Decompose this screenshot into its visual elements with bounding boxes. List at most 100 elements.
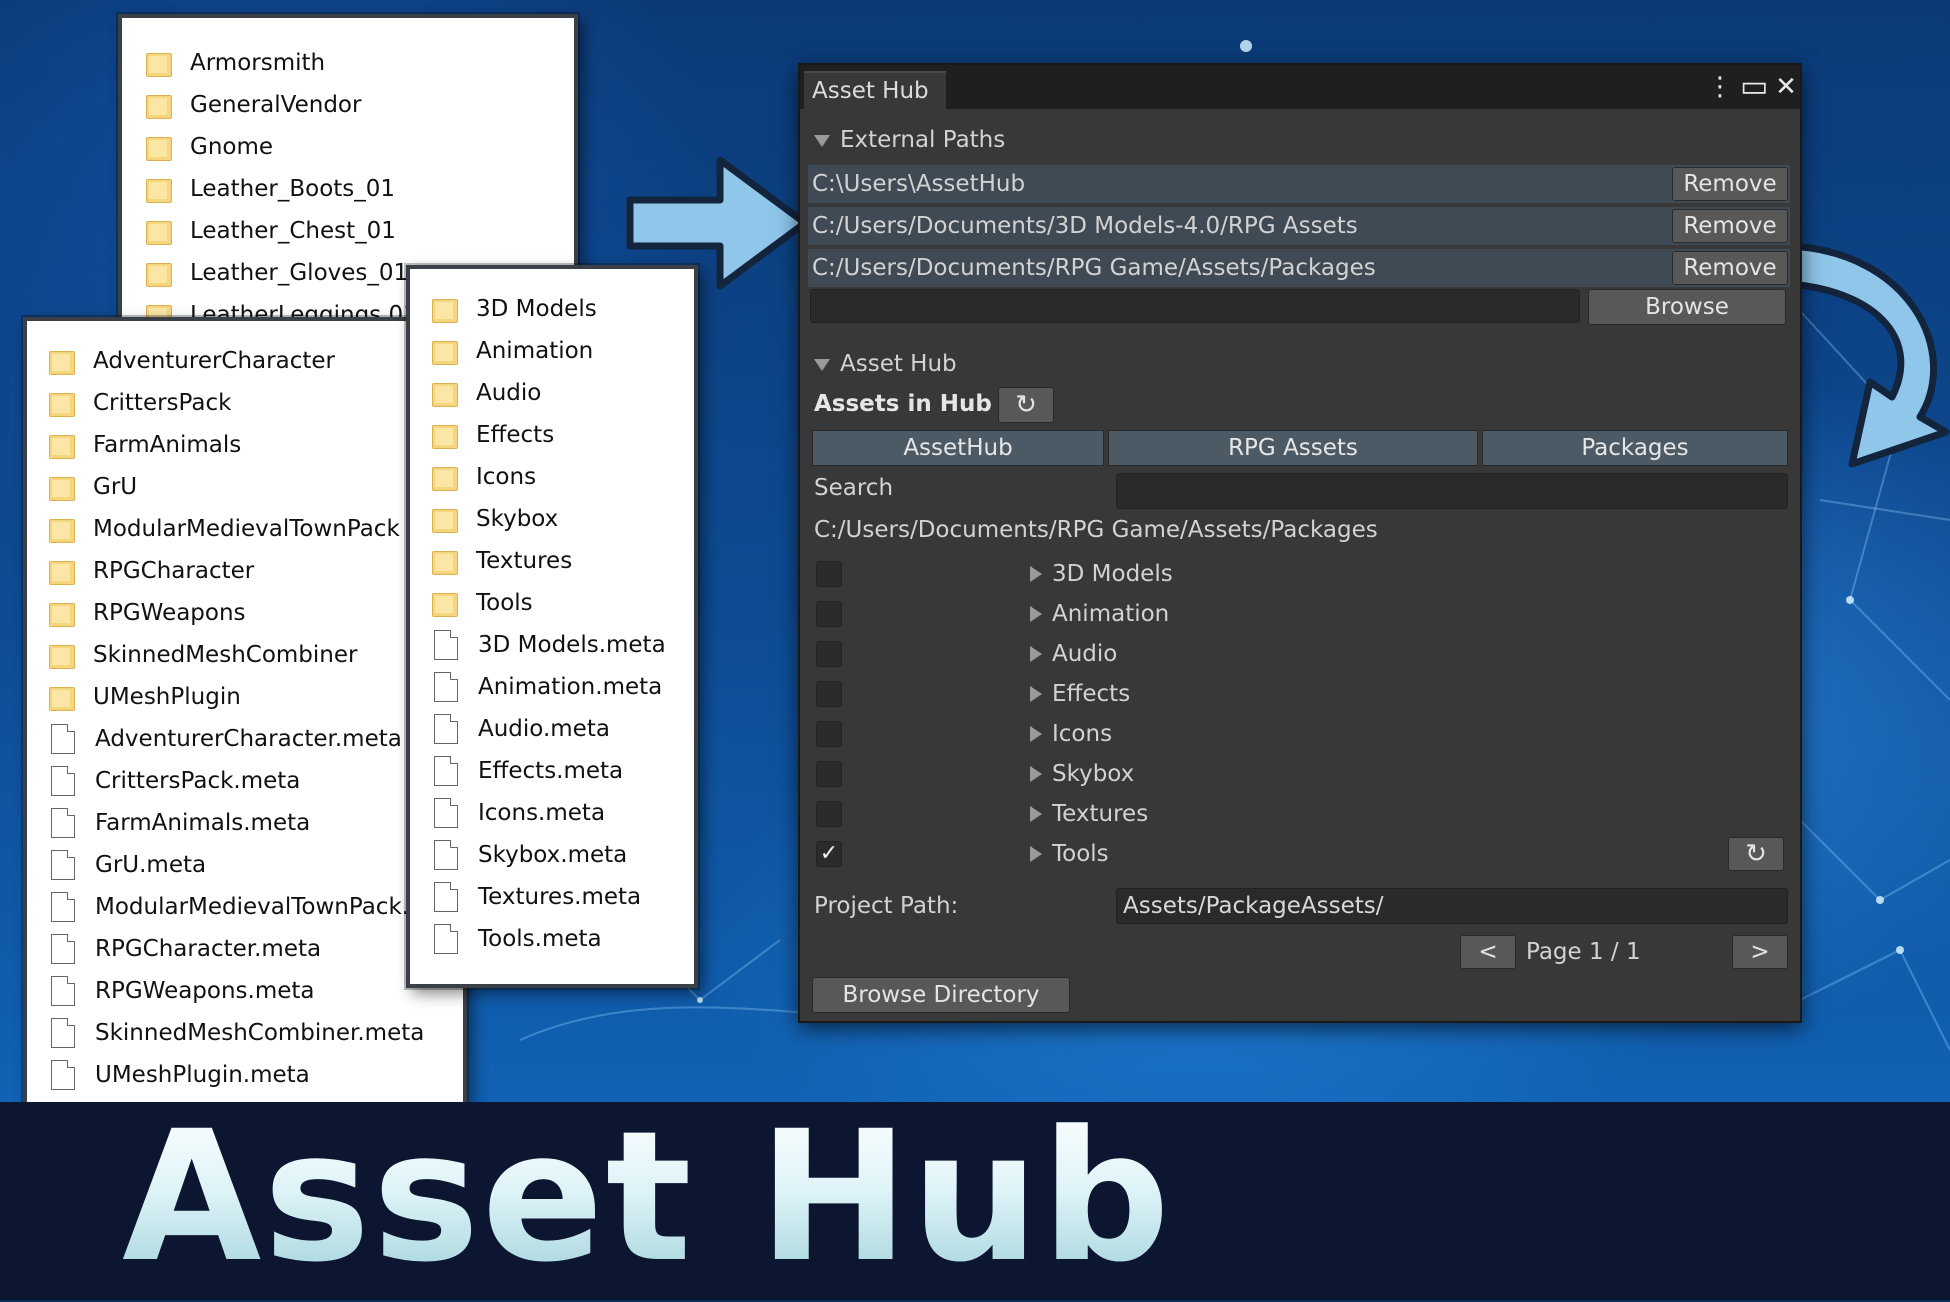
- explorer-item[interactable]: Audio: [432, 373, 541, 413]
- explorer-item[interactable]: FarmAnimals.meta: [49, 803, 310, 843]
- entry-checkbox[interactable]: [816, 801, 842, 827]
- explorer-item[interactable]: CrittersPack: [49, 383, 231, 423]
- new-path-input[interactable]: [810, 289, 1580, 323]
- explorer-item[interactable]: GrU.meta: [49, 845, 206, 885]
- external-path-text: C:/Users/Documents/3D Models-4.0/RPG Ass…: [812, 213, 1358, 239]
- folder-icon: [146, 135, 172, 161]
- file-icon: [434, 672, 458, 702]
- external-path-row: C:\Users\AssetHub Remove: [808, 165, 1790, 203]
- explorer-item[interactable]: Animation.meta: [432, 667, 662, 707]
- asset-hub-foldout[interactable]: Asset Hub: [814, 349, 957, 379]
- explorer-item[interactable]: Effects.meta: [432, 751, 623, 791]
- explorer-item[interactable]: Effects: [432, 415, 554, 455]
- hub-tab[interactable]: Packages: [1482, 430, 1788, 466]
- explorer-item[interactable]: Animation: [432, 331, 593, 371]
- entry-label[interactable]: Skybox: [1052, 759, 1134, 789]
- explorer-item[interactable]: AdventurerCharacter.meta: [49, 719, 402, 759]
- explorer-item[interactable]: ModularMedievalTownPack: [49, 509, 400, 549]
- explorer-item[interactable]: Icons: [432, 457, 536, 497]
- expand-arrow-icon[interactable]: [1030, 686, 1042, 702]
- explorer-item[interactable]: ModularMedievalTownPack.m: [49, 887, 431, 927]
- explorer-item[interactable]: SkinnedMeshCombiner.meta: [49, 1013, 424, 1053]
- window-tab[interactable]: Asset Hub: [804, 71, 946, 109]
- explorer-item[interactable]: Audio.meta: [432, 709, 610, 749]
- file-icon: [51, 976, 75, 1006]
- explorer-item-label: UMeshPlugin.meta: [95, 1062, 310, 1088]
- project-path-input[interactable]: Assets/PackageAssets/: [1116, 888, 1788, 924]
- explorer-item[interactable]: GrU: [49, 467, 137, 507]
- arrow-right-icon: [626, 156, 809, 290]
- explorer-item[interactable]: Textures: [432, 541, 572, 581]
- explorer-item[interactable]: Armorsmith: [146, 43, 325, 83]
- refresh-hub-button[interactable]: ↻: [998, 387, 1054, 423]
- expand-arrow-icon[interactable]: [1030, 606, 1042, 622]
- close-icon[interactable]: ✕: [1772, 73, 1800, 101]
- search-input[interactable]: [1116, 473, 1788, 509]
- file-icon: [434, 714, 458, 744]
- prev-page-button[interactable]: <: [1460, 935, 1516, 969]
- browse-button[interactable]: Browse: [1588, 289, 1786, 325]
- expand-arrow-icon[interactable]: [1030, 766, 1042, 782]
- project-path-label: Project Path:: [814, 893, 959, 919]
- entry-checkbox[interactable]: [816, 561, 842, 587]
- entry-checkbox[interactable]: [816, 761, 842, 787]
- entry-label[interactable]: Tools: [1052, 839, 1109, 869]
- explorer-item-label: Gnome: [190, 134, 274, 160]
- explorer-item-label: Animation: [476, 338, 594, 364]
- hub-tab[interactable]: RPG Assets: [1108, 430, 1478, 466]
- explorer-item[interactable]: RPGWeapons.meta: [49, 971, 315, 1011]
- expand-arrow-icon[interactable]: [1030, 846, 1042, 862]
- explorer-item[interactable]: Skybox: [432, 499, 558, 539]
- foldout-arrow-icon: [814, 134, 830, 147]
- explorer-item[interactable]: Tools.meta: [432, 919, 602, 959]
- entry-label[interactable]: Effects: [1052, 679, 1130, 709]
- entry-checkbox[interactable]: [816, 681, 842, 707]
- entry-checkbox[interactable]: [816, 641, 842, 667]
- explorer-item[interactable]: Leather_Gloves_01: [146, 253, 408, 293]
- maximize-icon[interactable]: ▭: [1740, 72, 1768, 102]
- explorer-item[interactable]: Skybox.meta: [432, 835, 627, 875]
- entry-checkbox[interactable]: ✓: [816, 841, 842, 867]
- explorer-item[interactable]: Leather_Chest_01: [146, 211, 396, 251]
- entry-label[interactable]: Audio: [1052, 639, 1117, 669]
- explorer-item[interactable]: UMeshPlugin: [49, 677, 241, 717]
- expand-arrow-icon[interactable]: [1030, 806, 1042, 822]
- explorer-item[interactable]: CrittersPack.meta: [49, 761, 300, 801]
- menu-icon[interactable]: ⋮: [1706, 73, 1734, 101]
- explorer-item[interactable]: RPGWeapons: [49, 593, 246, 633]
- explorer-item[interactable]: AdventurerCharacter: [49, 341, 335, 381]
- remove-path-button[interactable]: Remove: [1672, 167, 1788, 201]
- entry-label[interactable]: Textures: [1052, 799, 1148, 829]
- entry-checkbox[interactable]: [816, 601, 842, 627]
- entry-label[interactable]: Icons: [1052, 719, 1112, 749]
- explorer-item[interactable]: RPGCharacter.meta: [49, 929, 321, 969]
- explorer-item[interactable]: 3D Models: [432, 289, 597, 329]
- entry-checkbox[interactable]: [816, 721, 842, 747]
- explorer-item[interactable]: Icons.meta: [432, 793, 605, 833]
- entry-label[interactable]: Animation: [1052, 599, 1169, 629]
- explorer-item[interactable]: FarmAnimals: [49, 425, 241, 465]
- explorer-item[interactable]: GeneralVendor: [146, 85, 361, 125]
- entry-label[interactable]: 3D Models: [1052, 559, 1173, 589]
- explorer-item[interactable]: SkinnedMeshCombiner: [49, 635, 357, 675]
- expand-arrow-icon[interactable]: [1030, 646, 1042, 662]
- expand-arrow-icon[interactable]: [1030, 566, 1042, 582]
- explorer-item[interactable]: Textures.meta: [432, 877, 641, 917]
- explorer-item[interactable]: Tools: [432, 583, 533, 623]
- explorer-item[interactable]: Leather_Boots_01: [146, 169, 395, 209]
- remove-path-button[interactable]: Remove: [1672, 251, 1788, 285]
- hub-tab[interactable]: AssetHub: [812, 430, 1104, 466]
- browse-directory-button[interactable]: Browse Directory: [812, 977, 1070, 1013]
- expand-arrow-icon[interactable]: [1030, 726, 1042, 742]
- explorer-item[interactable]: 3D Models.meta: [432, 625, 666, 665]
- refresh-entries-button[interactable]: ↻: [1728, 837, 1784, 871]
- remove-path-button[interactable]: Remove: [1672, 209, 1788, 243]
- explorer-item[interactable]: UMeshPlugin.meta: [49, 1055, 310, 1095]
- explorer-item-label: Armorsmith: [190, 50, 326, 76]
- external-paths-foldout[interactable]: External Paths: [814, 125, 1005, 155]
- explorer-item[interactable]: Gnome: [146, 127, 273, 167]
- folder-icon: [432, 465, 458, 491]
- folder-icon: [432, 423, 458, 449]
- next-page-button[interactable]: >: [1732, 935, 1788, 969]
- explorer-item[interactable]: RPGCharacter: [49, 551, 254, 591]
